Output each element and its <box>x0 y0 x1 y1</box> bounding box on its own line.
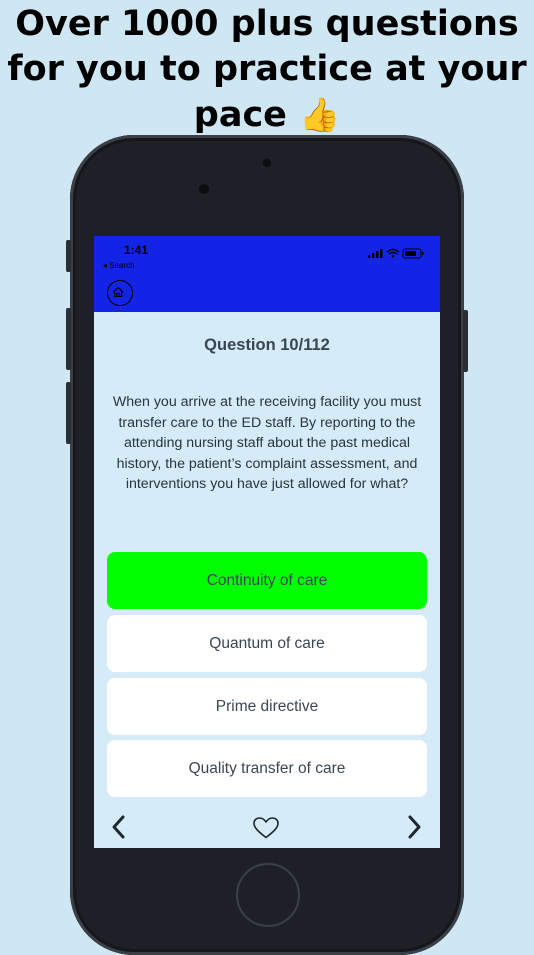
phone-power-button <box>463 310 468 372</box>
promo-headline: Over 1000 plus questions for you to prac… <box>0 2 534 138</box>
promo-line-1: Over 1000 plus questions <box>15 4 519 44</box>
phone-camera <box>199 184 209 194</box>
answer-option-3[interactable]: Prime directive <box>107 678 427 735</box>
back-to-search-link[interactable]: ◂ Search <box>103 261 135 270</box>
status-icons <box>368 248 424 259</box>
phone-volume-up-button <box>66 308 71 370</box>
answer-label: Prime directive <box>215 697 319 715</box>
home-icon <box>112 287 124 298</box>
thumbs-up-emoji: 👍 <box>299 95 341 134</box>
answer-option-4[interactable]: Quality transfer of care <box>107 740 427 797</box>
question-counter: Question 10/112 <box>204 336 330 354</box>
phone-speaker <box>263 159 271 167</box>
promo-line-2: for you to practice at your <box>7 49 527 89</box>
signal-icon <box>368 249 383 258</box>
status-time: 1:41 <box>124 243 149 257</box>
answer-label: Quality transfer of care <box>188 759 346 777</box>
answer-label: Continuity of care <box>206 571 328 589</box>
wifi-icon <box>386 248 400 258</box>
answer-option-1[interactable]: Continuity of care <box>107 552 427 609</box>
chevron-left-icon[interactable] <box>108 814 130 840</box>
promo-line-3-text: pace <box>193 95 287 135</box>
promo-line-3: pace 👍 <box>0 92 534 138</box>
chevron-right-icon[interactable] <box>403 814 425 840</box>
home-button[interactable] <box>107 280 133 306</box>
phone-home-button[interactable] <box>236 863 300 927</box>
app-screen: 1:41 ◂ Search Question 10/112 When you a… <box>94 236 440 848</box>
phone-volume-down-button <box>66 382 71 444</box>
heart-icon[interactable] <box>252 816 280 840</box>
battery-icon <box>402 248 424 259</box>
phone-mute-switch <box>66 240 71 272</box>
app-header: 1:41 ◂ Search <box>94 236 440 312</box>
answer-option-2[interactable]: Quantum of care <box>107 615 427 672</box>
question-text: When you arrive at the receiving facilit… <box>112 394 422 492</box>
answer-label: Quantum of care <box>209 634 325 652</box>
